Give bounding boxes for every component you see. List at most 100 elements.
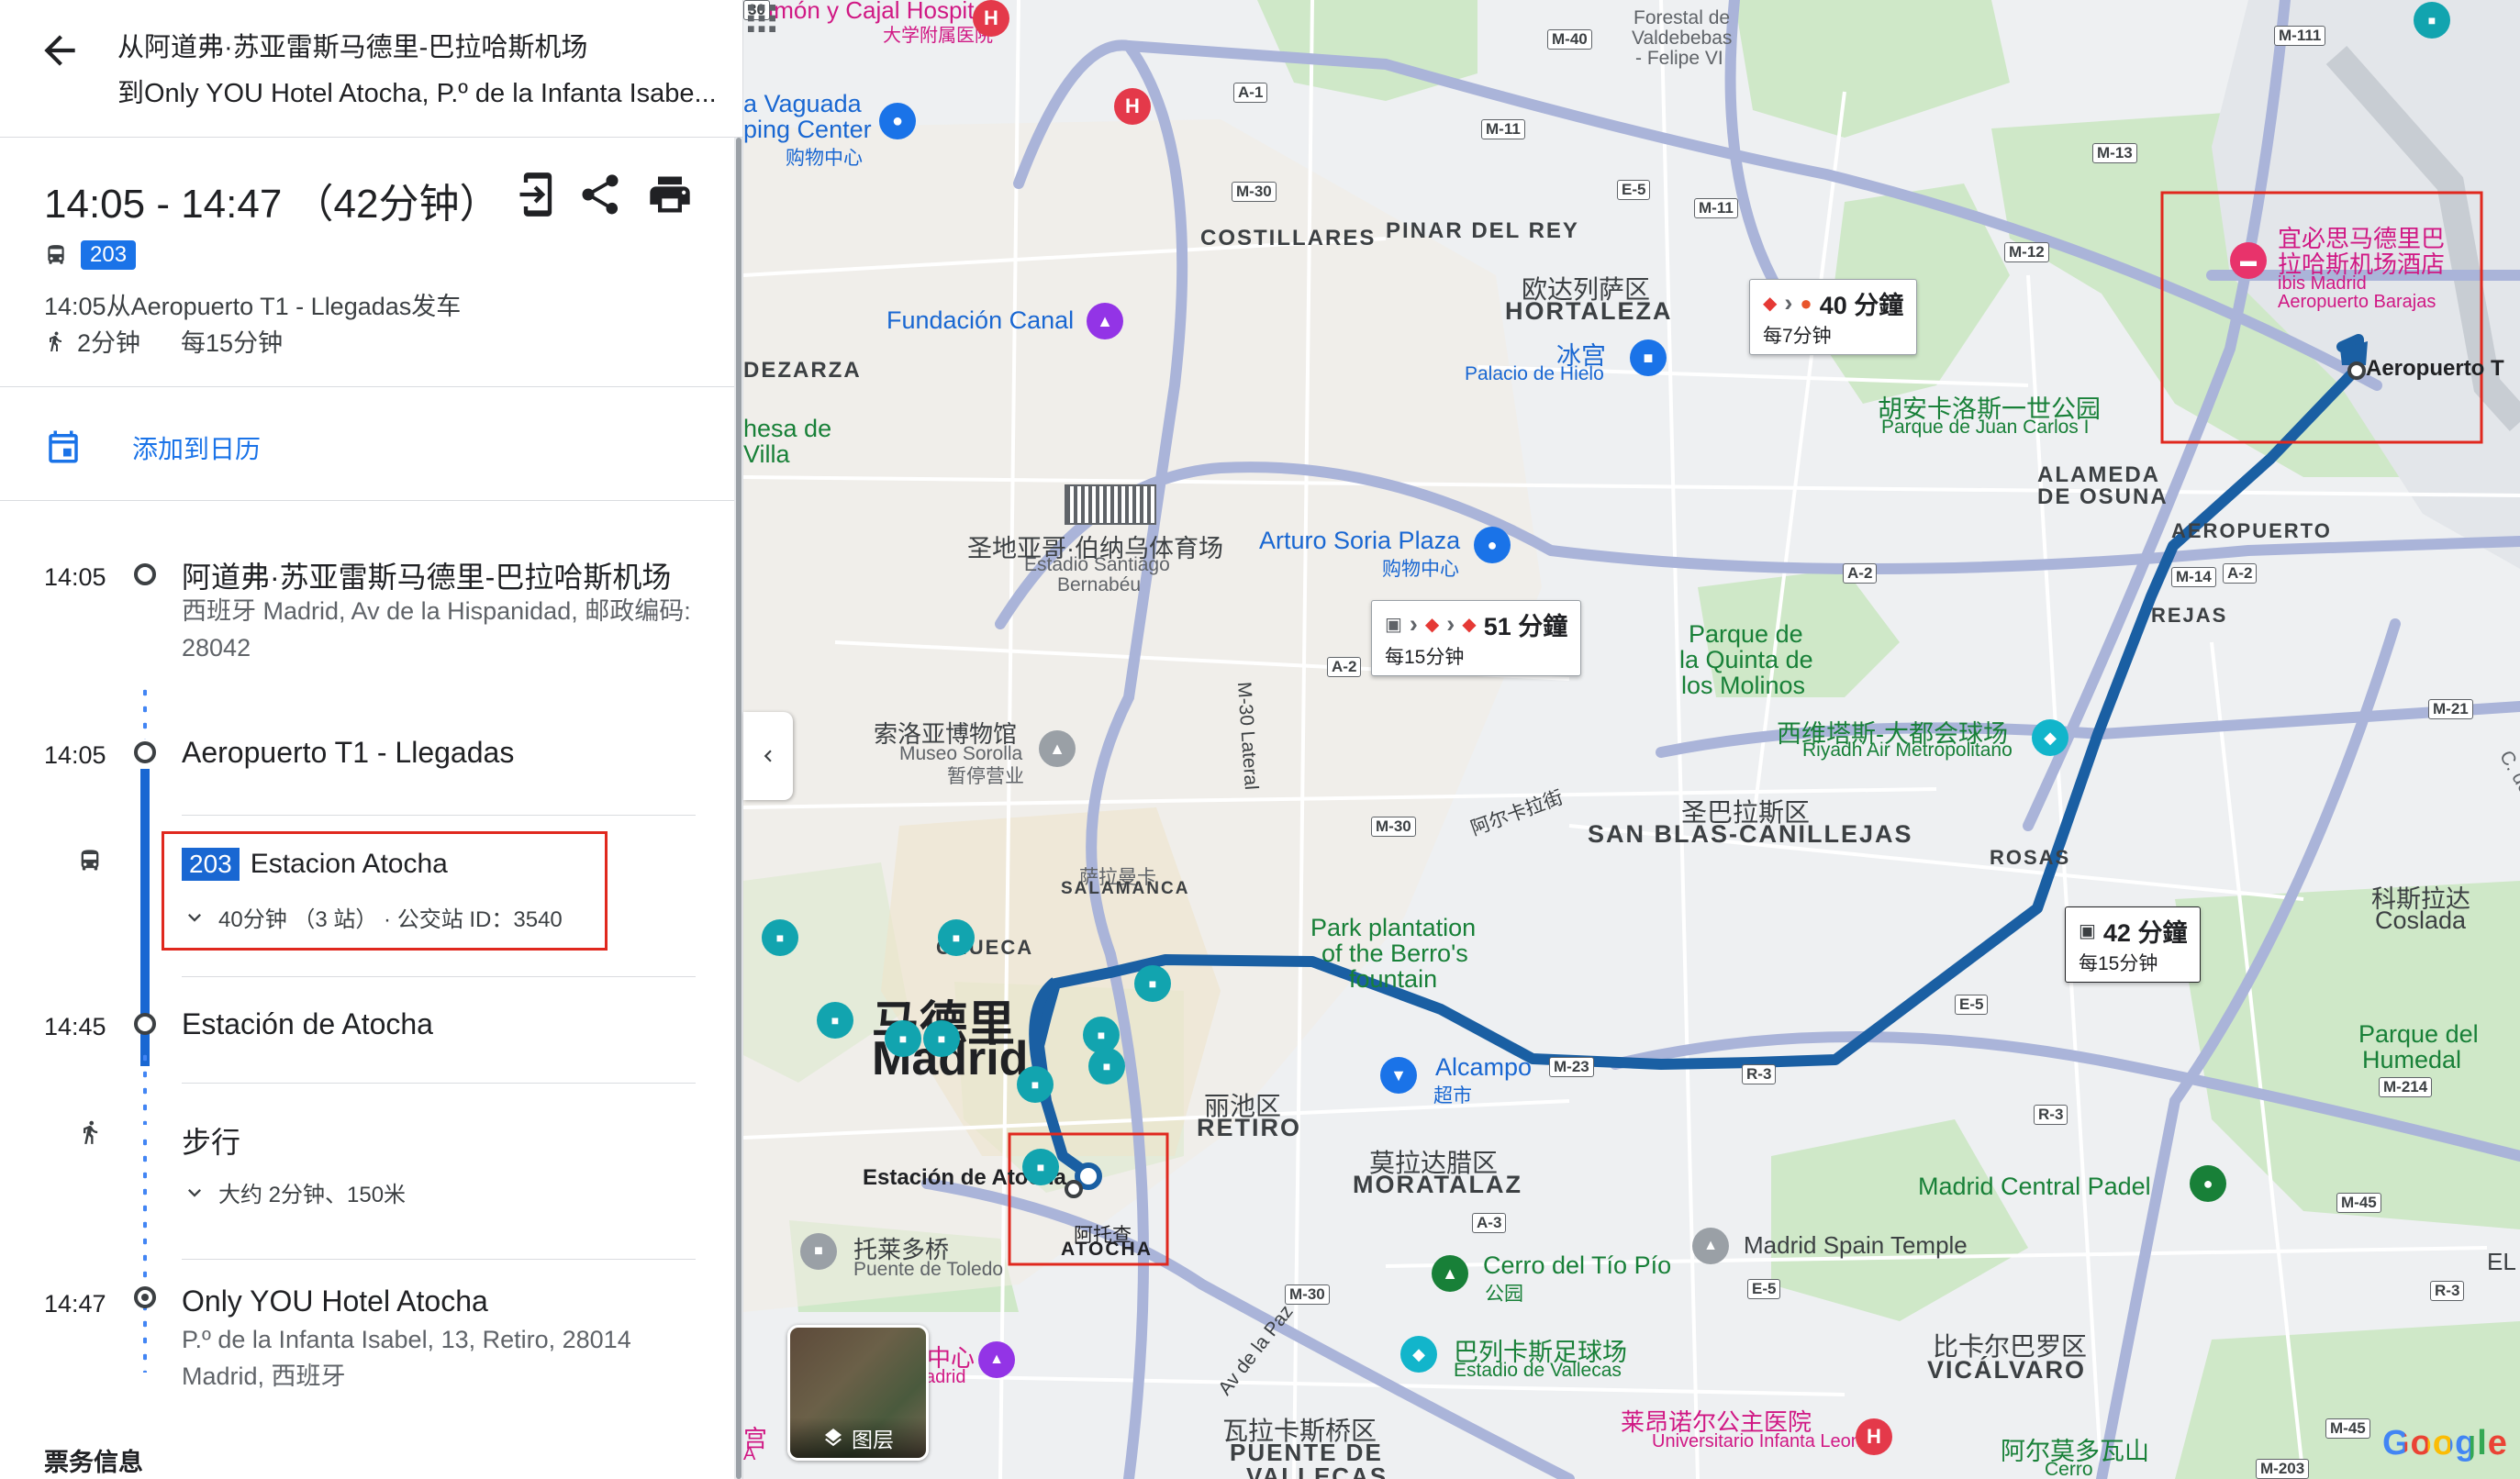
hotel-icon[interactable]: ▬ bbox=[2230, 242, 2267, 279]
map-label-berros3[interactable]: fountain bbox=[1349, 965, 1437, 994]
route-chips: 203 bbox=[44, 240, 137, 270]
map-label-dehesa1[interactable]: hesa de bbox=[743, 415, 831, 443]
map-label-alcampo[interactable]: Alcampo bbox=[1435, 1053, 1532, 1082]
route-option-callout[interactable]: ◆ › ● 40 分鐘 每7分钟 bbox=[1749, 279, 1918, 355]
map-label-cerro[interactable]: Cerro bbox=[2045, 1459, 2093, 1479]
saved-place-icon[interactable]: ■ bbox=[885, 1020, 921, 1057]
map-label-arturo-zh[interactable]: 购物中心 bbox=[1382, 554, 1459, 582]
map-label-metropolitano[interactable]: Riyadh Air Metropolitano bbox=[1802, 740, 2013, 762]
map-label-arturo[interactable]: Arturo Soria Plaza bbox=[1259, 527, 1460, 555]
highway-shield: M-30 bbox=[1371, 817, 1416, 837]
map-canvas[interactable]: Ramón y Cajal Hospital 大学附属医院 H H Forest… bbox=[743, 0, 2520, 1479]
departure-info: 14:05从Aeropuerto T1 - Llegadas发车 bbox=[44, 293, 462, 320]
saved-place-icon[interactable]: ■ bbox=[1022, 1149, 1059, 1185]
chevron-down-icon[interactable] bbox=[182, 1180, 207, 1206]
cart-icon[interactable]: ▼ bbox=[1380, 1057, 1417, 1094]
saved-place-icon[interactable]: ■ bbox=[762, 919, 798, 956]
add-to-calendar-label[interactable]: 添加到日历 bbox=[132, 429, 261, 466]
panel-scrollbar[interactable] bbox=[734, 138, 742, 1479]
calendar-icon[interactable] bbox=[44, 428, 83, 466]
route-frequency: 每7分钟 bbox=[1763, 326, 1832, 347]
map-label-ibis2[interactable]: Aeropuerto Barajas bbox=[2278, 292, 2436, 313]
route-duration: 40 分鐘 bbox=[1819, 292, 1904, 319]
map-label-vaguada2[interactable]: ping Center bbox=[743, 116, 872, 144]
map-label-molinos3[interactable]: los Molinos bbox=[1681, 672, 1805, 700]
route-option-callout[interactable]: ▣ › ◆ › ◆ 51 分鐘 每15分钟 bbox=[1371, 600, 1582, 676]
send-to-phone-icon[interactable] bbox=[514, 171, 562, 218]
saved-place-icon[interactable]: ■ bbox=[2414, 2, 2450, 39]
map-label-dehesa2[interactable]: Villa bbox=[743, 440, 790, 469]
map-label-molinos1[interactable]: Parque de bbox=[1689, 620, 1803, 649]
step-title[interactable]: Only YOU Hotel Atocha bbox=[182, 1284, 488, 1318]
highway-shield: M-111 bbox=[2274, 26, 2326, 46]
saved-place-icon[interactable]: ■ bbox=[938, 919, 975, 956]
saved-place-icon[interactable]: ■ bbox=[1017, 1066, 1054, 1103]
print-icon[interactable] bbox=[646, 171, 694, 218]
highway-shield: E-5 bbox=[1617, 180, 1651, 200]
stadium-icon[interactable] bbox=[1065, 484, 1156, 525]
back-arrow-icon[interactable] bbox=[37, 28, 83, 73]
map-label-berros2[interactable]: of the Berro's bbox=[1321, 940, 1468, 968]
museum-icon[interactable]: ▲ bbox=[978, 1341, 1015, 1378]
museum-icon[interactable]: ▲ bbox=[1087, 303, 1123, 339]
map-label-toledo[interactable]: Puente de Toledo bbox=[853, 1259, 1003, 1281]
metro-icon: ◆ bbox=[1763, 294, 1778, 314]
map-label-gong-a[interactable]: A bbox=[743, 1444, 755, 1465]
map-label-vallecas-st[interactable]: Estadio de Vallecas bbox=[1454, 1360, 1622, 1382]
apps-grid-icon[interactable] bbox=[743, 0, 780, 37]
map-label-tiopio[interactable]: Cerro del Tío Pío bbox=[1483, 1251, 1671, 1280]
saved-place-icon[interactable]: ■ bbox=[923, 1020, 960, 1057]
destination-text[interactable]: 到Only YOU Hotel Atocha, P.º de la Infant… bbox=[117, 72, 723, 110]
ice-rink-icon[interactable]: ■ bbox=[1630, 339, 1667, 376]
saved-place-icon[interactable]: ■ bbox=[817, 1002, 853, 1039]
landmark-icon[interactable]: ■ bbox=[800, 1233, 837, 1270]
map-label-bernabeu2[interactable]: Bernabéu bbox=[1057, 574, 1141, 596]
map-label-vaguada1[interactable]: a Vaguada bbox=[743, 90, 862, 118]
padel-icon[interactable]: ● bbox=[2190, 1165, 2226, 1202]
park-icon[interactable]: ▲ bbox=[1432, 1255, 1468, 1292]
collapse-panel-button[interactable] bbox=[743, 712, 793, 800]
map-label-aeropuerto-t[interactable]: Aeropuerto T bbox=[2366, 356, 2504, 382]
shopping-icon[interactable]: ● bbox=[1474, 527, 1511, 563]
map-label-temple[interactable]: Madrid Spain Temple bbox=[1744, 1231, 1968, 1260]
map-label-vallecas2: VALLECAS bbox=[1246, 1462, 1388, 1479]
chevron-left-icon[interactable] bbox=[756, 744, 780, 768]
temple-icon[interactable]: ▲ bbox=[1692, 1228, 1729, 1264]
step-title[interactable]: 阿道弗·苏亚雷斯马德里-巴拉哈斯机场 bbox=[182, 554, 671, 596]
add-to-calendar[interactable]: 添加到日历 bbox=[0, 387, 742, 501]
walk-line bbox=[143, 1134, 147, 1373]
layers-button[interactable]: 图层 bbox=[787, 1325, 929, 1461]
map-label-sorolla2[interactable]: 暂停营业 bbox=[947, 762, 1024, 789]
map-label-vaguada-zh[interactable]: 购物中心 bbox=[786, 143, 863, 171]
map-label-humedal1[interactable]: Parque del bbox=[2358, 1020, 2479, 1049]
stadium-pin-icon[interactable]: ◆ bbox=[1400, 1336, 1437, 1373]
stadium-pin-icon[interactable]: ◆ bbox=[2032, 719, 2068, 756]
map-label-berros1[interactable]: Park plantation bbox=[1310, 914, 1476, 942]
shopping-icon[interactable]: ● bbox=[879, 103, 916, 139]
map-label-palacio[interactable]: Palacio de Hielo bbox=[1465, 363, 1604, 385]
map-label-bernabeu1[interactable]: Estadio Santiago bbox=[1024, 554, 1170, 576]
origin-text[interactable]: 从阿道弗·苏亚雷斯马德里-巴拉哈斯机场 bbox=[117, 26, 587, 64]
hospital-icon[interactable]: H bbox=[1114, 88, 1151, 125]
map-label-adrid[interactable]: adrid bbox=[925, 1367, 965, 1388]
museum-icon[interactable]: ▲ bbox=[1039, 730, 1076, 767]
step-title[interactable]: Aeropuerto T1 - Llegadas bbox=[182, 736, 514, 770]
highway-shield: A-2 bbox=[1843, 563, 1878, 584]
map-label-padel[interactable]: Madrid Central Padel bbox=[1918, 1173, 2151, 1201]
map-label-alcampo-zh[interactable]: 超市 bbox=[1433, 1081, 1472, 1108]
hospital-icon[interactable]: H bbox=[1856, 1418, 1892, 1455]
share-icon[interactable] bbox=[576, 171, 624, 218]
map-label-juancarlos[interactable]: Parque de Juan Carlos I bbox=[1881, 417, 2089, 439]
walk-detail-toggle[interactable]: 大约 2分钟、150米 bbox=[182, 1176, 406, 1208]
map-label-fundacion[interactable]: Fundación Canal bbox=[886, 306, 1074, 335]
saved-place-icon[interactable]: ■ bbox=[1134, 965, 1171, 1002]
hospital-icon[interactable]: H bbox=[973, 0, 1009, 37]
map-label-tiopio-zh[interactable]: 公园 bbox=[1485, 1279, 1523, 1307]
map-label-leonor[interactable]: Universitario Infanta Leonor bbox=[1652, 1431, 1878, 1452]
map-label-humedal2[interactable]: Humedal bbox=[2362, 1046, 2461, 1074]
saved-place-icon[interactable]: ■ bbox=[1088, 1048, 1125, 1084]
selected-route-callout[interactable]: ▣ 42 分鐘 每15分钟 bbox=[2065, 906, 2202, 983]
step-title[interactable]: Estación de Atocha bbox=[182, 1007, 433, 1041]
highway-shield: M-11 bbox=[1481, 119, 1525, 139]
map-label-molinos2[interactable]: la Quinta de bbox=[1679, 646, 1813, 674]
